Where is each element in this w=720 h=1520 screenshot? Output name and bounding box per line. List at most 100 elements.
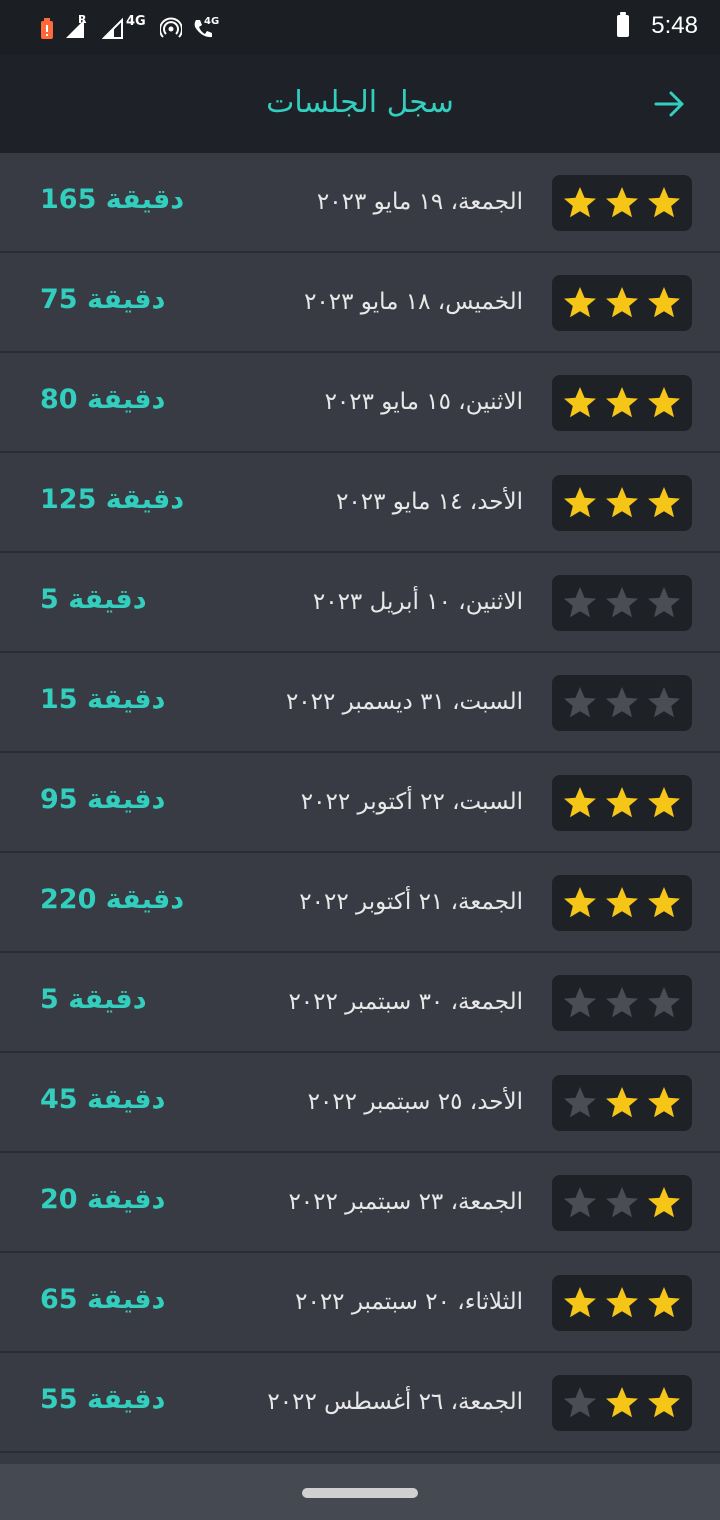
session-row[interactable]: السبت، ٢٢ أكتوبر ٢٠٢٢ 95 دقيقة [0, 753, 720, 853]
star-rating [552, 175, 692, 231]
session-duration: 45 دقيقة [40, 1084, 166, 1115]
network-type-label: 4G [126, 14, 146, 29]
star-filled-icon [648, 1187, 680, 1218]
star-empty-icon [648, 687, 680, 718]
battery-icon [617, 12, 630, 37]
session-duration: 55 دقيقة [40, 1384, 166, 1415]
session-date: السبت، ٢٢ أكتوبر ٢٠٢٢ [300, 789, 523, 815]
star-rating [552, 975, 692, 1031]
session-duration: 5 دقيقة [40, 584, 147, 615]
session-row[interactable]: الجمعة، ٢١ أكتوبر ٢٠٢٢ 220 دقيقة [0, 853, 720, 953]
session-row[interactable]: الثلاثاء، ٢٠ سبتمبر ٢٠٢٢ 65 دقيقة [0, 1253, 720, 1353]
star-filled-icon [606, 887, 638, 918]
star-rating [552, 1175, 692, 1231]
star-filled-icon [648, 1387, 680, 1418]
status-icons: R 4G 4G [40, 13, 222, 42]
star-filled-icon [606, 387, 638, 418]
home-gesture-handle[interactable] [302, 1488, 418, 1498]
session-date: الجمعة، ٢٦ أغسطس ٢٠٢٢ [267, 1389, 523, 1415]
navigation-bar [0, 1464, 720, 1520]
star-filled-icon [606, 1287, 638, 1318]
star-rating [552, 575, 692, 631]
session-duration: 5 دقيقة [40, 984, 147, 1015]
session-row[interactable]: الأحد، ١٤ مايو ٢٠٢٣ 125 دقيقة [0, 453, 720, 553]
session-row[interactable]: الأحد، ٢٥ سبتمبر ٢٠٢٢ 45 دقيقة [0, 1053, 720, 1153]
arrow-right-icon [654, 91, 684, 117]
star-empty-icon [606, 1187, 638, 1218]
session-duration: 125 دقيقة [40, 484, 185, 515]
star-filled-icon [564, 487, 596, 518]
back-button[interactable] [648, 84, 692, 124]
session-duration: 75 دقيقة [40, 284, 166, 315]
call-network-label: 4G [204, 16, 220, 27]
star-filled-icon [564, 787, 596, 818]
star-filled-icon [648, 187, 680, 218]
star-rating [552, 375, 692, 431]
session-date: الثلاثاء، ٢٠ سبتمبر ٢٠٢٢ [295, 1289, 523, 1315]
star-empty-icon [564, 587, 596, 618]
star-filled-icon [606, 1087, 638, 1118]
star-rating [552, 1075, 692, 1131]
star-filled-icon [606, 487, 638, 518]
sim-alert-icon [40, 16, 54, 40]
star-filled-icon [564, 187, 596, 218]
star-rating [552, 875, 692, 931]
star-filled-icon [648, 487, 680, 518]
session-row[interactable]: الاثنين، ١٥ مايو ٢٠٢٣ 80 دقيقة [0, 353, 720, 453]
session-duration: 165 دقيقة [40, 184, 185, 215]
star-filled-icon [606, 287, 638, 318]
roaming-label: R [78, 13, 87, 26]
star-rating [552, 1275, 692, 1331]
session-list: الجمعة، ١٩ مايو ٢٠٢٣ 165 دقيقة الخميس، ١٨ … [0, 153, 720, 1453]
session-row[interactable]: الاثنين، ١٠ أبريل ٢٠٢٣ 5 دقيقة [0, 553, 720, 653]
session-date: الجمعة، ٢١ أكتوبر ٢٠٢٢ [299, 889, 523, 915]
star-rating [552, 775, 692, 831]
star-filled-icon [648, 787, 680, 818]
star-filled-icon [648, 1087, 680, 1118]
session-row[interactable]: الجمعة، ٢٣ سبتمبر ٢٠٢٢ 20 دقيقة [0, 1153, 720, 1253]
star-filled-icon [648, 287, 680, 318]
star-empty-icon [648, 587, 680, 618]
session-date: الجمعة، ٢٣ سبتمبر ٢٠٢٢ [288, 1189, 523, 1215]
star-rating [552, 1375, 692, 1431]
session-row[interactable]: الجمعة، ١٩ مايو ٢٠٢٣ 165 دقيقة [0, 153, 720, 253]
session-row[interactable]: الجمعة، ٣٠ سبتمبر ٢٠٢٢ 5 دقيقة [0, 953, 720, 1053]
session-date: الجمعة، ١٩ مايو ٢٠٢٣ [316, 189, 523, 215]
star-rating [552, 475, 692, 531]
wifi-calling-icon: 4G [192, 16, 222, 40]
star-empty-icon [564, 687, 596, 718]
session-duration: 95 دقيقة [40, 784, 166, 815]
star-empty-icon [564, 1387, 596, 1418]
star-filled-icon [648, 387, 680, 418]
session-row[interactable]: السبت، ٣١ ديسمبر ٢٠٢٢ 15 دقيقة [0, 653, 720, 753]
star-empty-icon [606, 687, 638, 718]
star-empty-icon [606, 987, 638, 1018]
session-duration: 220 دقيقة [40, 884, 185, 915]
star-filled-icon [606, 187, 638, 218]
star-rating [552, 275, 692, 331]
page-title: سجل الجلسات [266, 85, 454, 120]
session-duration: 80 دقيقة [40, 384, 166, 415]
star-filled-icon [564, 1287, 596, 1318]
session-date: الاثنين، ١٥ مايو ٢٠٢٣ [324, 389, 523, 415]
session-date: الخميس، ١٨ مايو ٢٠٢٣ [304, 289, 523, 315]
session-date: الأحد، ٢٥ سبتمبر ٢٠٢٢ [307, 1089, 523, 1115]
star-filled-icon [606, 1387, 638, 1418]
signal-roaming-icon: R [64, 13, 92, 40]
hotspot-icon [159, 16, 183, 40]
signal-icon: 4G [102, 14, 150, 40]
star-empty-icon [564, 987, 596, 1018]
session-row[interactable]: الجمعة، ٢٦ أغسطس ٢٠٢٢ 55 دقيقة [0, 1353, 720, 1453]
session-date: الأحد، ١٤ مايو ٢٠٢٣ [336, 489, 523, 515]
star-empty-icon [648, 987, 680, 1018]
star-filled-icon [648, 887, 680, 918]
star-filled-icon [606, 787, 638, 818]
star-filled-icon [564, 287, 596, 318]
star-filled-icon [564, 387, 596, 418]
session-row[interactable]: الخميس، ١٨ مايو ٢٠٢٣ 75 دقيقة [0, 253, 720, 353]
star-empty-icon [564, 1087, 596, 1118]
star-rating [552, 675, 692, 731]
session-date: السبت، ٣١ ديسمبر ٢٠٢٢ [285, 689, 523, 715]
star-filled-icon [564, 887, 596, 918]
session-duration: 20 دقيقة [40, 1184, 166, 1215]
